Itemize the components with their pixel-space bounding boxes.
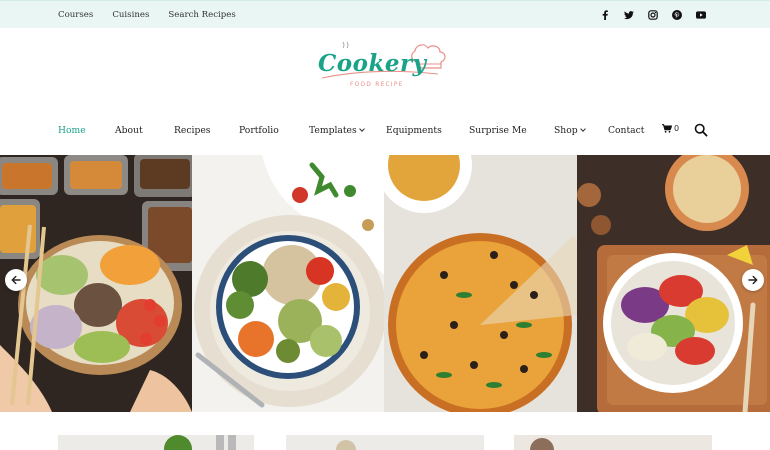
card-image — [514, 435, 712, 450]
recipe-card-thumbnail[interactable] — [514, 435, 712, 450]
nav-item-surprise-me[interactable]: Surprise Me — [469, 125, 527, 136]
nav-item-label: Contact — [608, 125, 645, 136]
slider-next-button[interactable] — [742, 269, 764, 291]
top-link-courses[interactable]: Courses — [58, 10, 93, 20]
pinterest-icon[interactable] — [672, 10, 682, 20]
card-image — [58, 435, 254, 450]
slider-prev-button[interactable] — [5, 269, 27, 291]
nav-item-home[interactable]: Home — [58, 125, 86, 136]
nav-item-label: Portfolio — [239, 125, 279, 136]
chevron-down-icon — [579, 126, 586, 132]
top-bar: Courses Cuisines Search Recipes — [0, 0, 770, 28]
nav-item-label: Home — [58, 125, 86, 136]
vegetable-bowl-image — [192, 155, 384, 412]
nav-item-recipes[interactable]: Recipes — [174, 125, 210, 136]
salad-bowl-image — [577, 155, 770, 412]
hero-slider — [0, 155, 770, 412]
search-icon[interactable] — [694, 123, 708, 137]
pizza-image — [384, 155, 577, 412]
recipe-card-thumbnail[interactable] — [286, 435, 484, 450]
arrow-left-icon — [11, 275, 21, 285]
nav-item-label: Equipments — [386, 125, 442, 136]
nav-item-templates[interactable]: Templates — [309, 125, 365, 136]
logo-tagline: FOOD RECIPE — [350, 82, 404, 88]
nav-item-shop[interactable]: Shop — [554, 125, 586, 136]
top-link-cuisines[interactable]: Cuisines — [112, 10, 149, 20]
cart-button[interactable]: 0 — [662, 124, 679, 133]
nav-item-label: Recipes — [174, 125, 211, 136]
youtube-icon[interactable] — [696, 10, 706, 20]
card-image — [286, 435, 484, 450]
recipe-card-thumbnail[interactable] — [58, 435, 254, 450]
poke-bowl-image — [0, 155, 192, 412]
nav-item-equipments[interactable]: Equipments — [386, 125, 442, 136]
cart-icon — [662, 124, 672, 133]
poke-bowl-slide[interactable] — [0, 155, 192, 412]
chevron-down-icon — [358, 126, 365, 132]
top-link-search-recipes[interactable]: Search Recipes — [168, 10, 235, 20]
twitter-icon[interactable] — [624, 10, 634, 20]
nav-item-label: Surprise Me — [469, 125, 527, 136]
nav-item-contact[interactable]: Contact — [608, 125, 645, 136]
main-navigation: Home About Recipes Portfolio Templates E… — [0, 118, 770, 144]
nav-item-label: About — [115, 125, 143, 136]
salad-bowl-slide[interactable] — [577, 155, 770, 412]
nav-item-portfolio[interactable]: Portfolio — [239, 125, 279, 136]
pizza-slide[interactable] — [384, 155, 577, 412]
recipe-cards-row — [0, 435, 770, 450]
site-logo[interactable]: Cookery FOOD RECIPE — [310, 40, 460, 100]
arrow-right-icon — [748, 275, 758, 285]
nav-item-label: Templates — [309, 125, 357, 136]
logo-wordmark: Cookery — [318, 50, 427, 77]
social-links — [600, 1, 706, 29]
cart-count: 0 — [674, 124, 680, 133]
facebook-icon[interactable] — [600, 10, 610, 20]
instagram-icon[interactable] — [648, 10, 658, 20]
top-links: Courses Cuisines Search Recipes — [58, 1, 236, 29]
nav-item-about[interactable]: About — [115, 125, 143, 136]
roasted-vegetable-bowl-slide[interactable] — [192, 155, 384, 412]
nav-item-label: Shop — [554, 125, 578, 136]
